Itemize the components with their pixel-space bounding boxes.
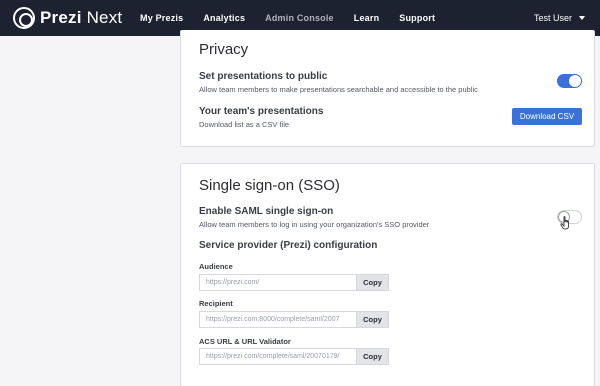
public-presentations-toggle[interactable]	[557, 74, 582, 88]
privacy-title: Privacy	[199, 41, 249, 58]
public-setting-title: Set presentations to public	[199, 71, 328, 82]
acs-url-label: ACS URL & URL Validator	[199, 337, 291, 346]
download-csv-button[interactable]: Download CSV	[512, 108, 582, 125]
prezi-logo-icon	[13, 7, 35, 29]
acs-url-field[interactable]: https://prezi.com/complete/saml/20070179…	[199, 348, 356, 365]
copy-recipient-button[interactable]: Copy	[356, 311, 389, 328]
nav-my-prezis[interactable]: My Prezis	[140, 13, 183, 23]
user-name: Test User	[533, 13, 572, 23]
sp-config-title: Service provider (Prezi) configuration	[199, 240, 378, 251]
recipient-field[interactable]: https://prezi.com:8000/complete/saml/200…	[199, 311, 356, 328]
hand-pointer-cursor-icon	[560, 216, 569, 230]
enable-saml-title: Enable SAML single sign-on	[199, 206, 334, 217]
nav-support[interactable]: Support	[399, 13, 435, 23]
audience-field[interactable]: https://prezi.com/	[199, 274, 356, 291]
team-presentations-description: Download list as a CSV file	[199, 120, 290, 129]
sso-title: Single sign-on (SSO)	[199, 177, 340, 194]
toggle-knob	[569, 75, 581, 87]
recipient-label: Recipient	[199, 299, 233, 308]
logo-text: Prezi Next	[40, 8, 123, 27]
enable-saml-description: Allow team members to log in using your …	[199, 220, 430, 229]
public-setting-description: Allow team members to make presentations…	[199, 85, 478, 94]
team-presentations-title: Your team's presentations	[199, 106, 324, 117]
audience-label: Audience	[199, 262, 233, 271]
copy-acs-url-button[interactable]: Copy	[356, 348, 389, 365]
nav-admin-console[interactable]: Admin Console	[265, 13, 334, 23]
copy-audience-button[interactable]: Copy	[356, 274, 389, 291]
sso-card: Single sign-on (SSO) Enable SAML single …	[180, 163, 595, 386]
prezi-logo[interactable]: Prezi Next	[13, 7, 122, 29]
privacy-card: Privacy Set presentations to public Allo…	[180, 30, 595, 147]
nav-analytics[interactable]: Analytics	[203, 13, 245, 23]
chevron-down-icon	[579, 16, 585, 20]
nav-learn[interactable]: Learn	[354, 13, 380, 23]
